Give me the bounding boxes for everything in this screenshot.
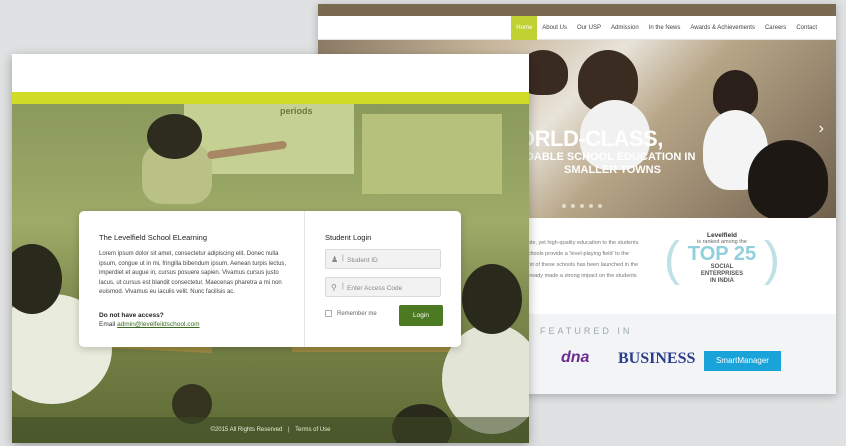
hero-photo-child	[748, 140, 828, 218]
nav-item-contact[interactable]: Contact	[791, 16, 822, 40]
business-logo[interactable]: BUSINESS	[618, 350, 695, 368]
laurel-icon: )	[764, 233, 780, 286]
copyright-text: ©2015 All Rights Reserved	[210, 427, 283, 433]
nav-item-our-usp[interactable]: Our USP	[572, 16, 606, 40]
carousel-dot[interactable]	[589, 204, 593, 208]
featured-title: FEATURED IN	[540, 326, 633, 336]
user-icon: ♟	[331, 255, 339, 264]
footer-separator: |	[287, 427, 290, 433]
hero-subline: RDABLE SCHOOL EDUCATION IN	[518, 151, 696, 163]
award-name: Levelfield	[707, 232, 737, 239]
field-separator: |	[342, 255, 344, 262]
remember-me-label: Remember me	[337, 310, 377, 317]
award-top: TOP 25	[687, 243, 757, 265]
about-line: schools provide a 'level-playing field' …	[525, 251, 629, 257]
info-body: Lorem ipsum dolor sit amet, consectetur …	[99, 251, 287, 295]
nav-item-admission[interactable]: Admission	[606, 16, 644, 40]
carousel-dots[interactable]	[562, 204, 602, 208]
login-panel: Student Login ♟ | ⚲ | Remember me Lo	[325, 233, 443, 327]
field-separator: |	[342, 283, 344, 290]
wall-map	[362, 114, 502, 194]
no-access-heading: Do not have access?	[99, 311, 164, 319]
terms-of-use-link[interactable]: Terms of Use	[295, 427, 330, 433]
login-footer: ©2015 All Rights Reserved | Terms of Use	[12, 417, 529, 443]
student-id-input[interactable]	[347, 254, 437, 266]
photo-student	[147, 114, 202, 159]
remember-me-checkbox[interactable]	[325, 310, 332, 317]
key-icon: ⚲	[331, 283, 337, 292]
classroom-background: periods The Levelfield School ELearning …	[12, 104, 529, 443]
nav-item-about-us[interactable]: About Us	[537, 16, 572, 40]
carousel-dot[interactable]	[571, 204, 575, 208]
access-code-field[interactable]: ⚲ |	[325, 277, 441, 297]
carousel-dot[interactable]	[562, 204, 566, 208]
photo-student	[462, 264, 522, 334]
info-panel: The Levelfield School ELearning Lorem ip…	[99, 233, 294, 328]
award-badge: ( ) Levelfield is ranked among the TOP 2…	[664, 232, 780, 285]
card-divider	[304, 211, 305, 347]
about-line: able, yet high-quality education to the …	[525, 240, 639, 246]
email-label: Email	[99, 320, 116, 328]
board-text: periods	[280, 106, 313, 116]
nav-item-careers[interactable]: Careers	[760, 16, 791, 40]
smartmanager-logo[interactable]: SmartManager	[704, 351, 781, 371]
login-card: The Levelfield School ELearning Lorem ip…	[79, 211, 461, 347]
site-top-strip	[318, 4, 836, 16]
chevron-right-icon[interactable]: ›	[819, 120, 824, 138]
nav-item-in-the-news[interactable]: In the News	[644, 16, 686, 40]
login-button[interactable]: Login	[399, 305, 443, 326]
carousel-dot[interactable]	[580, 204, 584, 208]
carousel-dot[interactable]	[598, 204, 602, 208]
award-line: SOCIAL	[710, 264, 734, 270]
access-code-input[interactable]	[347, 282, 437, 294]
nav-item-awards[interactable]: Awards & Achievements	[685, 16, 760, 40]
admin-email-link[interactable]: admin@levelfeildschool.com	[117, 321, 199, 328]
info-title: The Levelfield School ELearning	[99, 233, 207, 242]
contact-email-line: Email admin@levelfeildschool.com	[99, 321, 294, 328]
login-page-header	[12, 54, 529, 92]
student-id-field[interactable]: ♟ |	[325, 249, 441, 269]
award-line: ENTERPRISES	[700, 271, 744, 277]
nav-item-home[interactable]: Home	[511, 16, 538, 40]
remember-me-toggle[interactable]: Remember me	[325, 310, 377, 317]
hero-headline: ORLD-CLASS,	[518, 126, 663, 151]
about-line: already made a strong impact on the stud…	[525, 273, 637, 279]
login-actions: Remember me Login	[325, 305, 443, 327]
laurel-icon: (	[664, 233, 680, 286]
award-line: IN INDIA	[710, 278, 734, 284]
site-navbar: Home About Us Our USP Admission In the N…	[318, 16, 836, 40]
dna-logo[interactable]: dna	[561, 349, 589, 367]
accent-bar	[12, 92, 529, 104]
about-text: able, yet high-quality education to the …	[525, 238, 655, 282]
login-title: Student Login	[325, 233, 372, 242]
hero-subline: SMALLER TOWNS	[564, 164, 661, 176]
about-line: first of these schools has been launched…	[525, 262, 639, 268]
elearning-login-window: periods The Levelfield School ELearning …	[12, 54, 529, 443]
